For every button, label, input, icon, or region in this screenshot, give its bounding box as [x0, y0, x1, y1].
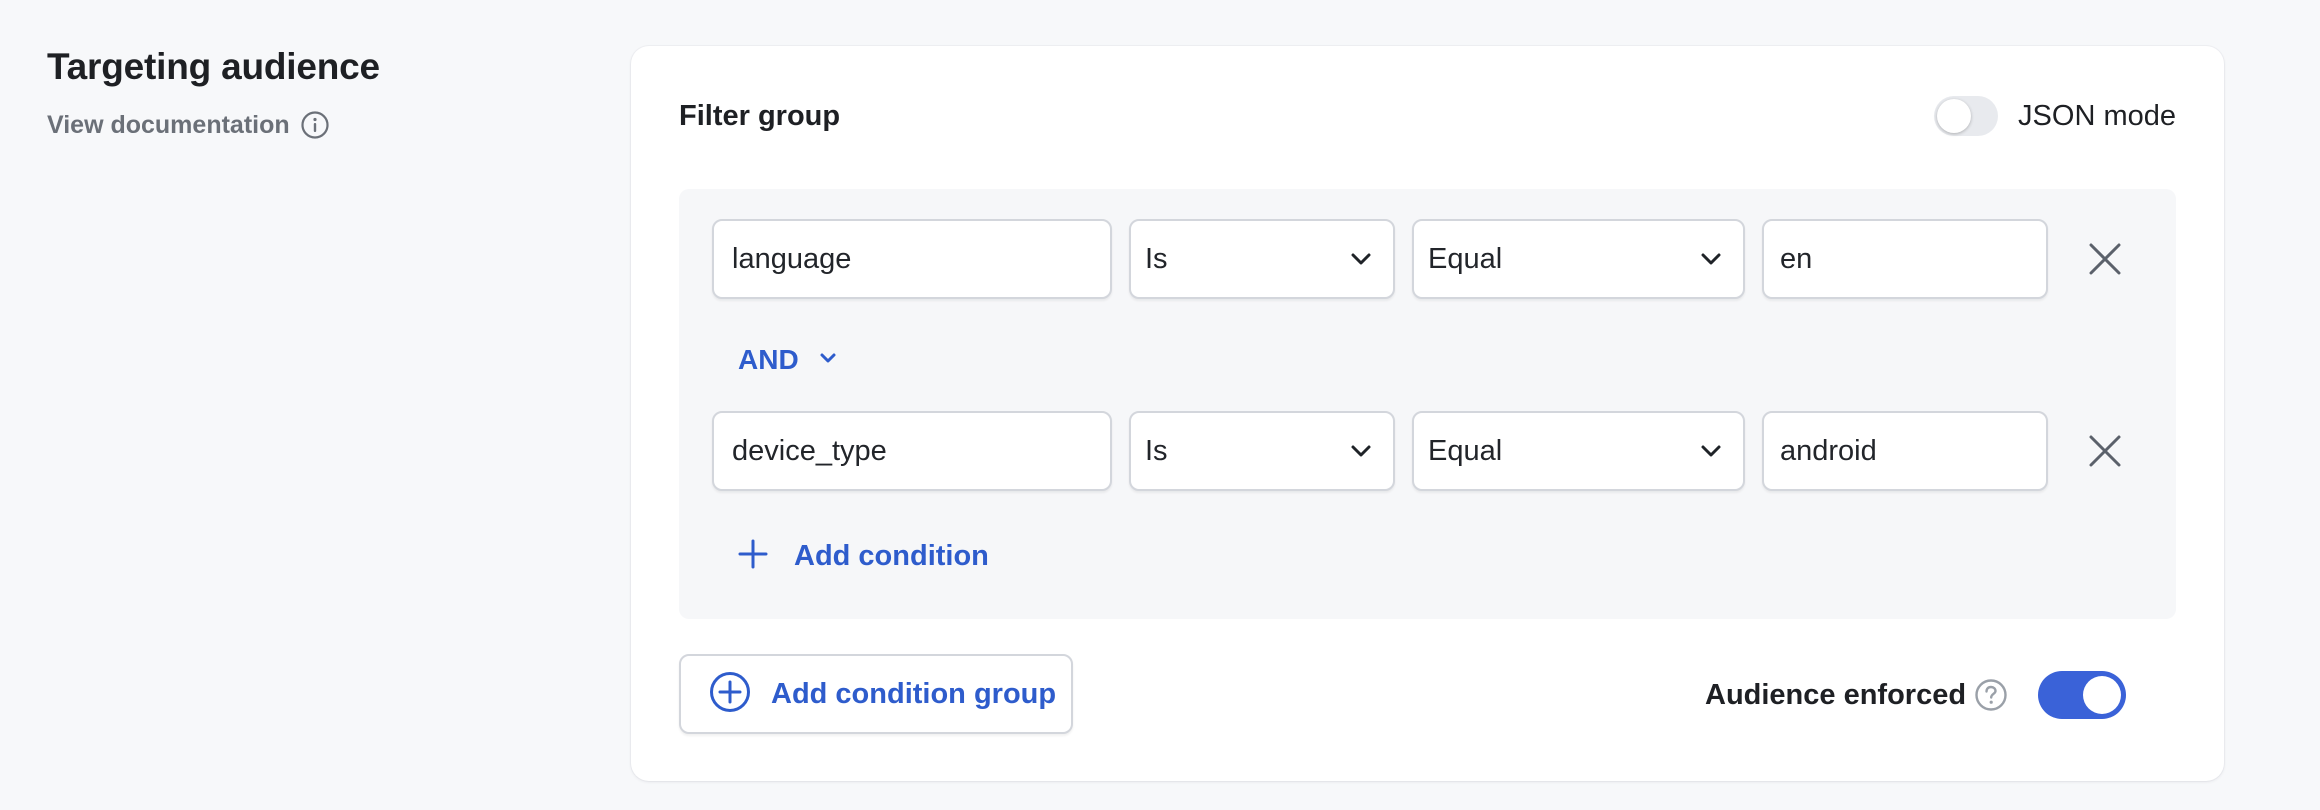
- add-condition-label: Add condition: [794, 540, 989, 572]
- plus-icon: [738, 539, 768, 574]
- operator-select[interactable]: Is: [1129, 219, 1395, 299]
- left-panel: Targeting audience View documentation: [47, 46, 380, 140]
- condition-field-value: device_type: [732, 434, 887, 467]
- operator-value: Is: [1145, 434, 1168, 467]
- operator-value: Is: [1145, 242, 1168, 275]
- add-condition-group-button[interactable]: Add condition group: [679, 654, 1073, 734]
- filter-card: Filter group JSON mode language Is Equal…: [631, 46, 2224, 781]
- joiner-label: AND: [738, 344, 799, 375]
- audience-enforced-control: Audience enforced: [1705, 671, 2127, 719]
- question-icon[interactable]: [1974, 678, 2008, 712]
- condition-group: language Is Equal en AND device_type Is …: [679, 189, 2176, 619]
- condition-value-input[interactable]: android: [1762, 411, 2048, 491]
- view-documentation-link[interactable]: View documentation: [47, 110, 380, 140]
- page-title: Targeting audience: [47, 46, 380, 87]
- toggle-knob: [2083, 676, 2122, 714]
- add-condition-group-label: Add condition group: [771, 677, 1057, 710]
- condition-field-value: language: [732, 242, 852, 275]
- comparator-value: Equal: [1428, 242, 1503, 275]
- json-mode-label: JSON mode: [2018, 99, 2176, 132]
- page: Targeting audience View documentation Fi…: [0, 0, 2320, 810]
- filter-group-title: Filter group: [679, 99, 841, 132]
- chevron-down-icon: [817, 347, 839, 374]
- info-icon[interactable]: [300, 110, 330, 140]
- chevron-down-icon: [1349, 247, 1373, 271]
- condition-row: language Is Equal en: [712, 219, 2125, 299]
- operator-select[interactable]: Is: [1129, 411, 1395, 491]
- comparator-select[interactable]: Equal: [1412, 219, 1745, 299]
- card-header: Filter group JSON mode: [679, 96, 2176, 136]
- condition-value-input[interactable]: en: [1762, 219, 2048, 299]
- condition-value-text: android: [1780, 434, 1877, 467]
- json-mode-control: JSON mode: [1934, 96, 2176, 136]
- condition-field-input[interactable]: language: [712, 219, 1112, 299]
- add-condition-button[interactable]: Add condition: [738, 539, 989, 574]
- close-icon[interactable]: [2085, 239, 2125, 279]
- chevron-down-icon: [1699, 439, 1723, 463]
- condition-field-input[interactable]: device_type: [712, 411, 1112, 491]
- plus-circle-icon: [709, 671, 751, 718]
- chevron-down-icon: [1349, 439, 1373, 463]
- condition-row: device_type Is Equal android: [712, 411, 2125, 491]
- condition-value-text: en: [1780, 242, 1813, 275]
- audience-enforced-label: Audience enforced: [1705, 678, 1967, 711]
- view-documentation-label: View documentation: [47, 110, 290, 139]
- chevron-down-icon: [1699, 247, 1723, 271]
- comparator-select[interactable]: Equal: [1412, 411, 1745, 491]
- comparator-value: Equal: [1428, 434, 1503, 467]
- and-joiner-select[interactable]: AND: [738, 344, 839, 376]
- json-mode-toggle[interactable]: [1934, 96, 1999, 136]
- audience-enforced-toggle[interactable]: [2038, 671, 2127, 719]
- toggle-knob: [1937, 99, 1972, 133]
- close-icon[interactable]: [2085, 431, 2125, 471]
